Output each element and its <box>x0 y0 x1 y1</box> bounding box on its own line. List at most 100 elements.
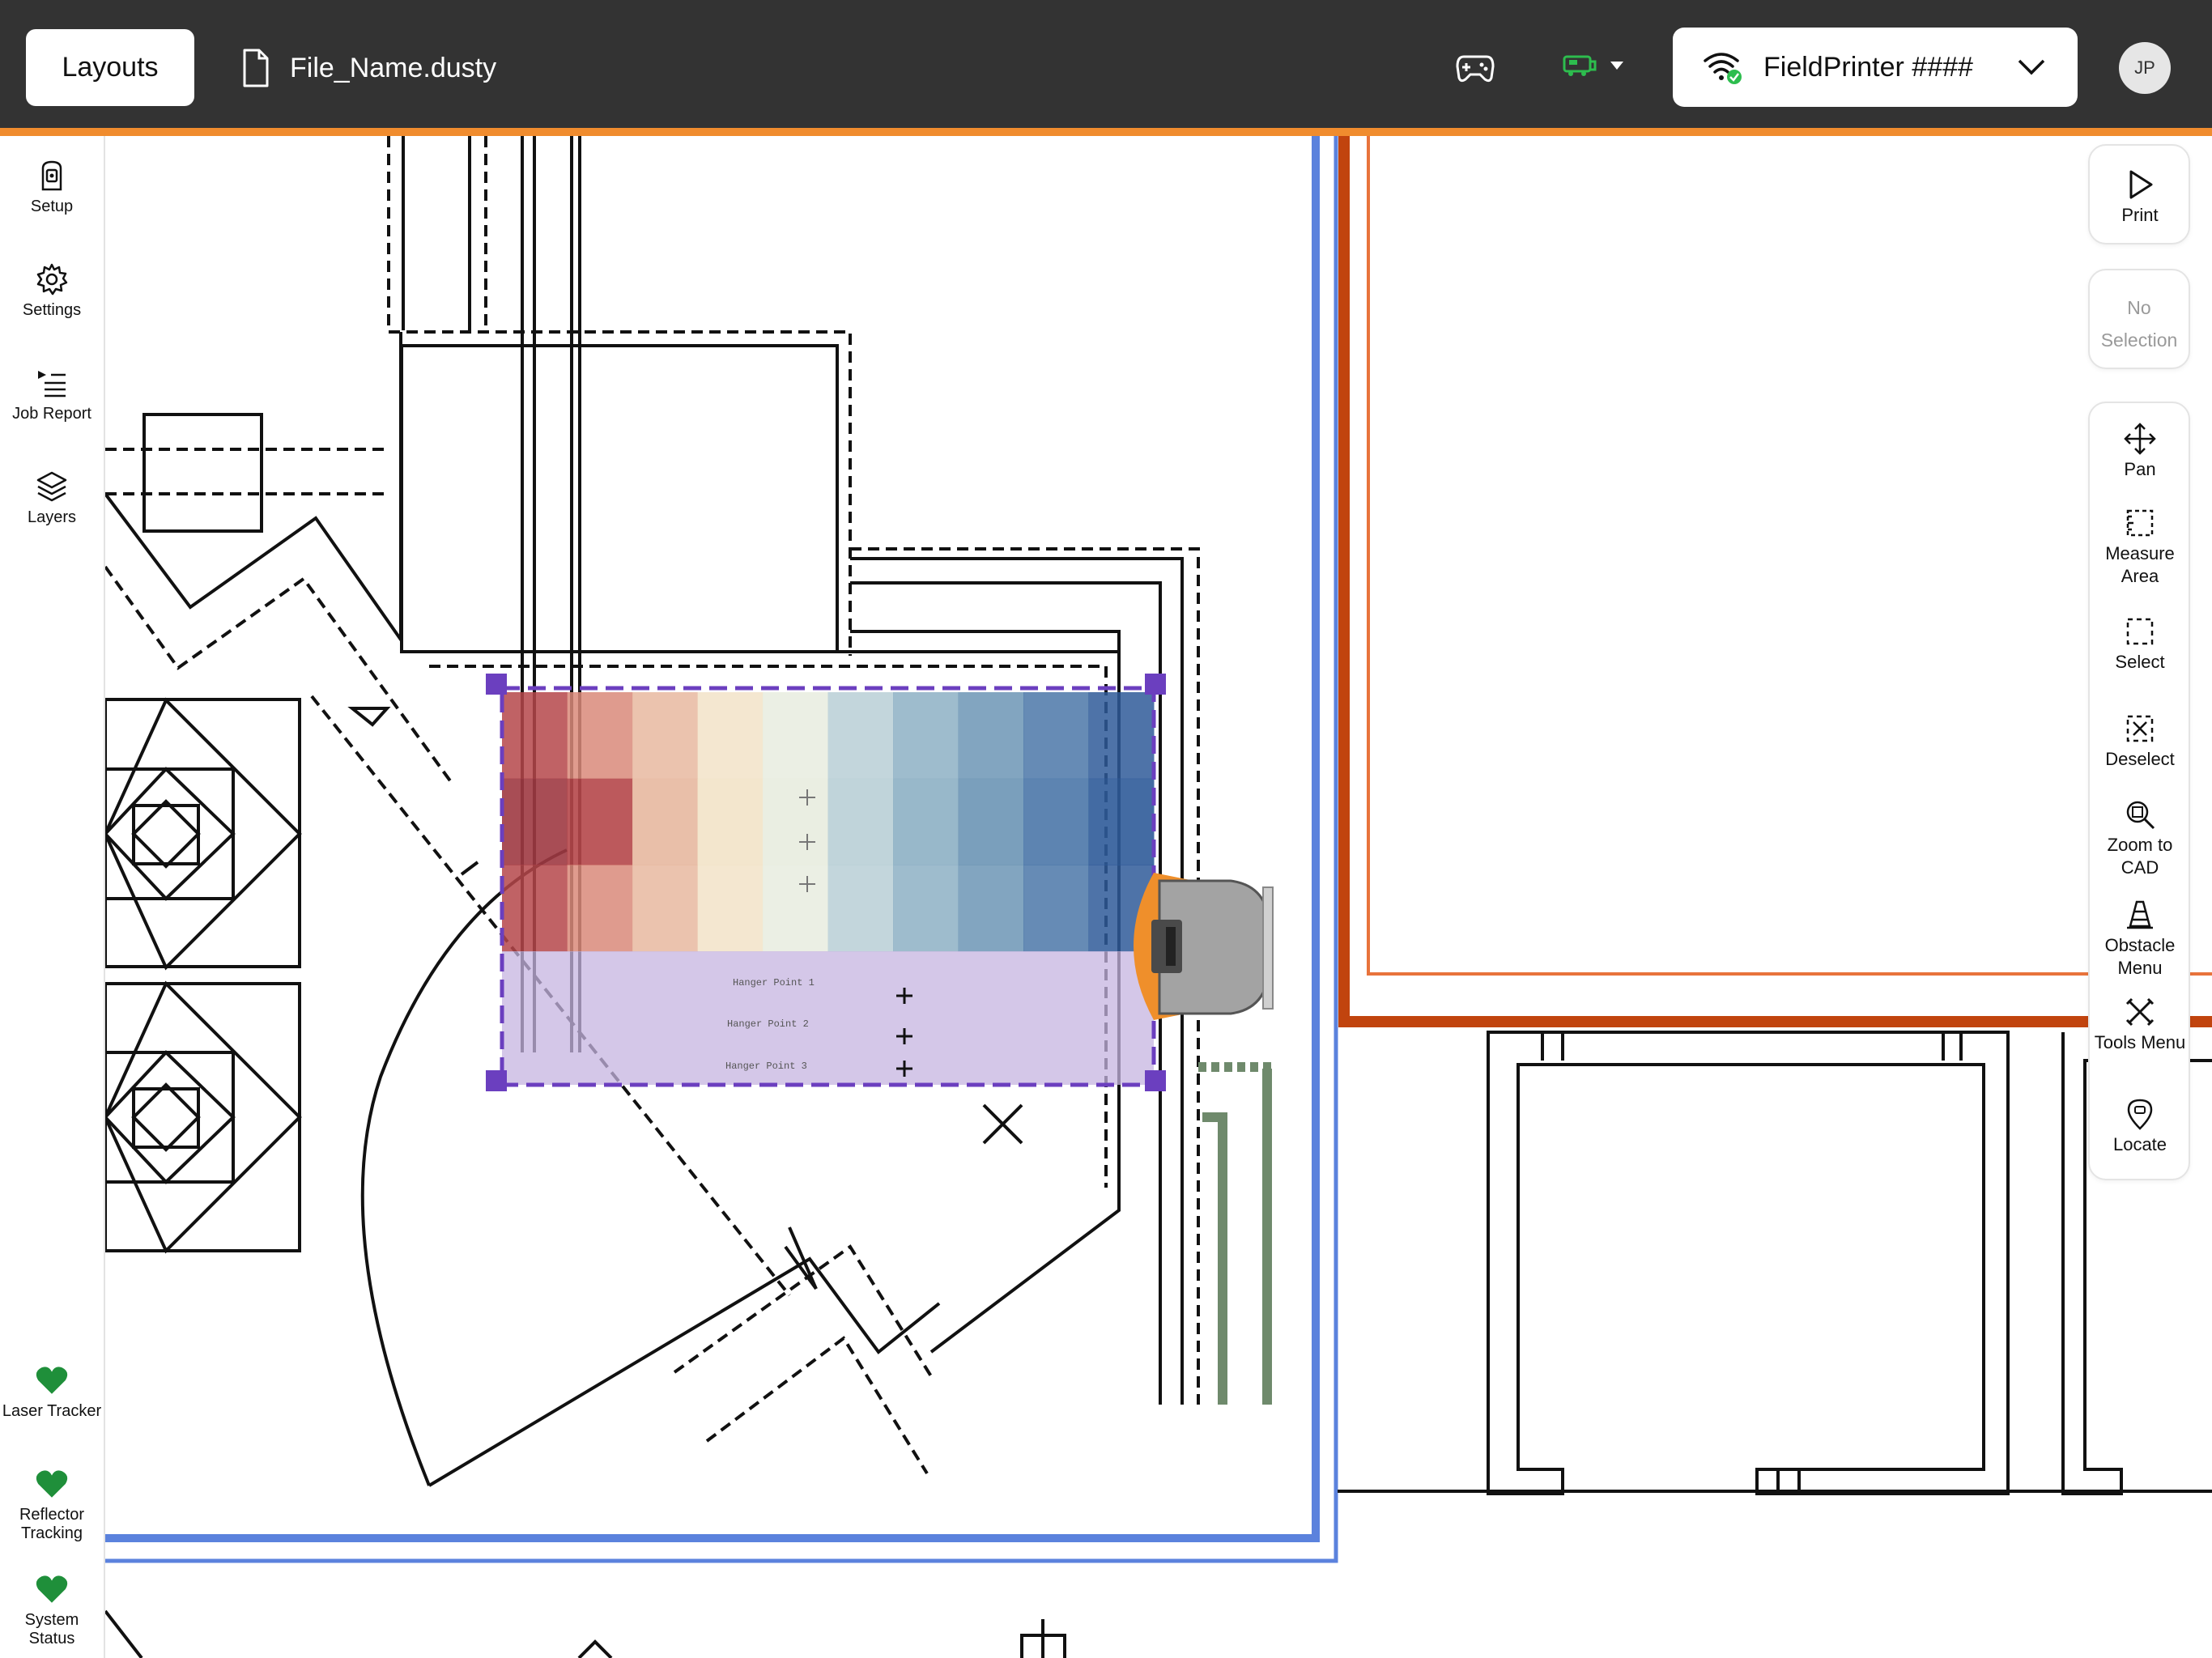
sidebar-item-setup[interactable]: Setup <box>0 159 104 216</box>
heatmap-cell <box>697 692 764 780</box>
selection-handle[interactable] <box>1145 674 1166 695</box>
avatar[interactable]: JP <box>2119 42 2171 94</box>
heatmap-cell <box>763 692 828 780</box>
heatmap-cell <box>893 865 959 952</box>
tool-label: Select <box>2115 652 2165 672</box>
heart-icon <box>36 1367 68 1394</box>
tool-measure-area[interactable]: Measure Area <box>2090 507 2190 588</box>
document-icon <box>243 49 269 87</box>
heatmap-cell <box>763 865 828 952</box>
device-selector[interactable]: FieldPrinter #### <box>1673 28 2078 107</box>
heatmap-cell <box>893 692 959 780</box>
heatmap-cell <box>827 778 894 865</box>
heatmap-cell <box>502 865 568 952</box>
play-icon <box>2129 170 2153 199</box>
tool-label: Pan <box>2124 459 2156 479</box>
hanger-point-label: Hanger Point 3 <box>725 1061 807 1072</box>
status-system[interactable]: System Status <box>0 1572 104 1648</box>
heatmap-cell <box>1023 865 1089 952</box>
printer-status-dropdown[interactable] <box>1561 53 1624 78</box>
move-arrows-icon <box>2124 423 2156 455</box>
selection-handle[interactable] <box>486 1070 507 1091</box>
print-label: Print <box>2121 205 2159 225</box>
heatmap-cell <box>958 778 1024 865</box>
measure-area-icon <box>2126 509 2154 537</box>
list-play-icon <box>38 371 66 397</box>
heatmap-cell <box>1023 778 1089 865</box>
tool-pan[interactable]: Pan <box>2090 423 2190 481</box>
sidebar-item-label: Settings <box>22 301 82 319</box>
deselect-box-icon <box>2126 715 2154 742</box>
printer-connected-icon <box>1563 55 1597 76</box>
print-button[interactable]: Print <box>2090 168 2190 227</box>
tool-zoom-to-cad[interactable]: Zoom to CAD <box>2090 798 2190 879</box>
gamepad-icon[interactable] <box>1456 50 1495 84</box>
selection-fill <box>502 951 1154 1085</box>
rover-icon <box>41 160 62 191</box>
layers-icon <box>36 471 67 502</box>
cad-canvas[interactable]: Hanger Point 1 Hanger Point 2 Hanger Poi… <box>105 136 2212 1658</box>
selection-handle[interactable] <box>486 674 507 695</box>
status-label: Reflector Tracking <box>19 1506 85 1542</box>
tool-locate[interactable]: Locate <box>2090 1098 2190 1156</box>
heart-icon <box>36 1470 68 1498</box>
sidebar-item-label: Setup <box>30 198 74 215</box>
tool-deselect[interactable]: Deselect <box>2090 712 2190 771</box>
heatmap-cell <box>697 865 764 952</box>
tool-label: Tools Menu <box>2094 1032 2186 1052</box>
tool-label: Measure Area <box>2105 543 2175 586</box>
hanger-point-label: Hanger Point 1 <box>733 977 815 988</box>
heatmap-cell <box>567 865 633 952</box>
chevron-down-icon <box>2018 59 2045 75</box>
heatmap-cell <box>958 692 1024 780</box>
heatmap-cell <box>763 778 828 865</box>
heatmap-cell <box>827 692 894 780</box>
select-box-icon <box>2126 618 2154 645</box>
heatmap-cell <box>827 865 894 952</box>
heatmap-cell <box>1088 692 1155 780</box>
layouts-button[interactable]: Layouts <box>26 29 194 106</box>
tool-obstacle-menu[interactable]: Obstacle Menu <box>2090 899 2190 980</box>
heatmap-cell <box>502 692 568 780</box>
status-reflector-tracking[interactable]: Reflector Tracking <box>0 1467 104 1543</box>
sidebar-item-settings[interactable]: Settings <box>0 262 104 320</box>
caret-down-icon <box>1610 62 1623 70</box>
sidebar-item-label: Job Report <box>12 405 91 423</box>
heart-icon <box>36 1575 68 1603</box>
zoom-icon <box>2126 801 2155 830</box>
heatmap-cell <box>632 778 698 865</box>
selection-status: No Selection <box>2100 297 2178 351</box>
heatmap-cell <box>958 865 1024 952</box>
sidebar-item-layers[interactable]: Layers <box>0 470 104 527</box>
status-laser-tracker[interactable]: Laser Tracker <box>0 1363 104 1421</box>
tools-panel: Pan Measure Area Select Deselect Zoom to… <box>2088 402 2190 1180</box>
heatmap-cell <box>632 865 698 952</box>
file-title: File_Name.dusty <box>240 42 496 94</box>
heatmap-cell <box>502 778 568 865</box>
heatmap-cell <box>632 692 698 780</box>
tool-select[interactable]: Select <box>2090 615 2190 674</box>
cad-drawing[interactable]: Hanger Point 1 Hanger Point 2 Hanger Poi… <box>105 136 2212 1658</box>
heatmap-cell <box>697 778 764 865</box>
selection-status-card: No Selection <box>2088 269 2190 369</box>
status-label: System Status <box>24 1611 79 1647</box>
hanger-point-label: Hanger Point 2 <box>727 1018 809 1030</box>
sidebar-item-job-report[interactable]: Job Report <box>0 366 104 423</box>
top-bar-accent <box>0 128 2212 136</box>
status-label: Laser Tracker <box>2 1402 102 1420</box>
wifi-connected-icon <box>1704 53 1742 84</box>
selection-handle[interactable] <box>1145 1070 1166 1091</box>
tool-label: Obstacle Menu <box>2104 935 2176 978</box>
rover-icon[interactable] <box>1134 873 1274 1020</box>
tools-icon <box>2125 997 2155 1027</box>
sidebar-item-label: Layers <box>27 508 77 526</box>
tool-label: Deselect <box>2105 749 2175 769</box>
heatmap-cell <box>567 692 633 780</box>
tool-label: Locate <box>2112 1134 2167 1154</box>
cone-icon <box>2127 900 2153 929</box>
tool-tools-menu[interactable]: Tools Menu <box>2090 996 2190 1054</box>
tool-label: Zoom to CAD <box>2107 835 2173 878</box>
heatmap-cell <box>567 778 633 865</box>
heatmap-cell <box>1023 692 1089 780</box>
print-card: Print <box>2088 144 2190 244</box>
